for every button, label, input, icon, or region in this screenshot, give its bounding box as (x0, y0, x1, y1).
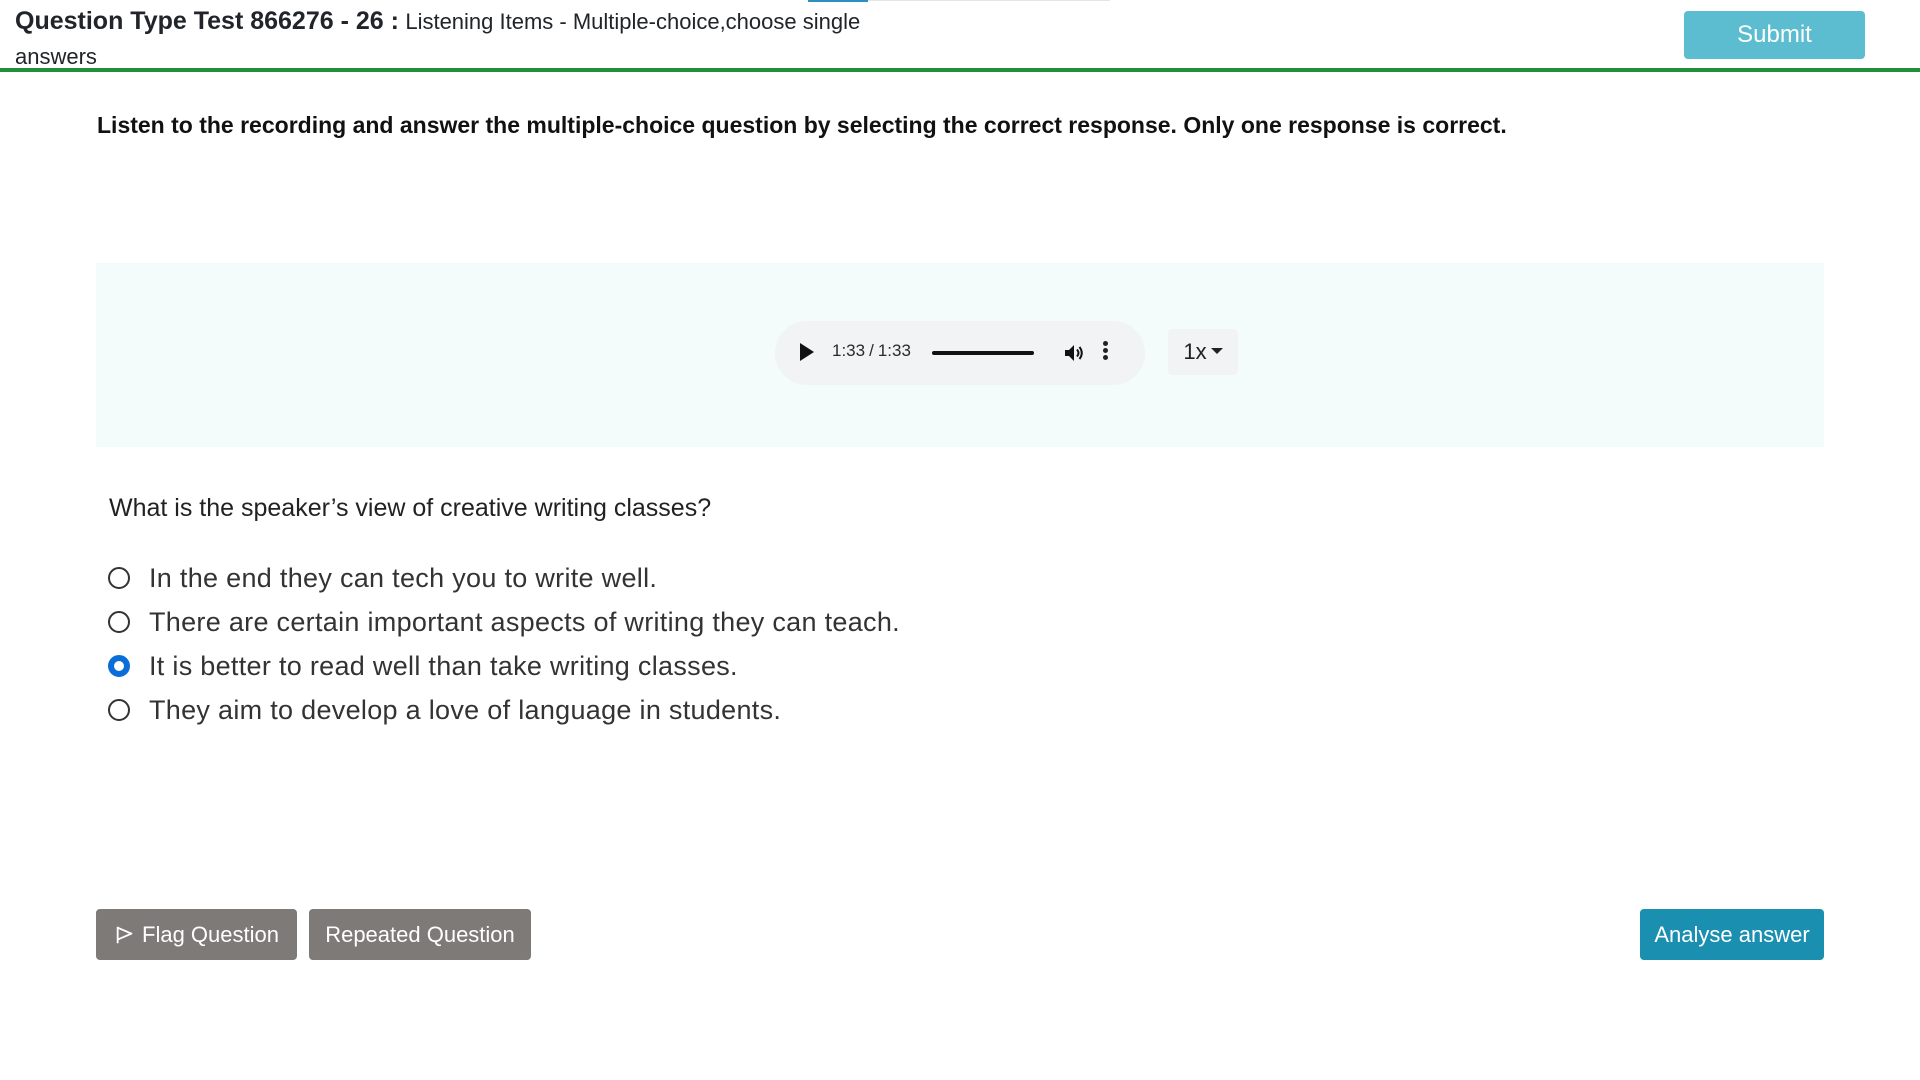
radio-button[interactable] (108, 567, 130, 589)
radio-button[interactable] (108, 699, 130, 721)
flag-question-button[interactable]: Flag Question (96, 909, 297, 960)
analyse-answer-button[interactable]: Analyse answer (1640, 909, 1824, 960)
audio-current-time: 1:33 (832, 341, 866, 360)
answer-option-label: It is better to read well than take writ… (149, 650, 738, 681)
chevron-down-icon (1210, 348, 1223, 355)
top-progress-line (868, 0, 1110, 1)
answer-options: In the end they can tech you to write we… (108, 556, 1308, 732)
flag-icon (116, 926, 133, 943)
audio-progress-bar[interactable] (932, 351, 1034, 355)
page-title: Question Type Test 866276 - 26 : Listeni… (15, 4, 915, 74)
answer-option[interactable]: It is better to read well than take writ… (108, 644, 1308, 688)
radio-button[interactable] (108, 655, 130, 677)
page: Question Type Test 866276 - 26 : Listeni… (0, 0, 1920, 1080)
answer-option-label: They aim to develop a love of language i… (149, 694, 782, 725)
page-title-main: Question Type Test 866276 - 26 : (15, 7, 399, 35)
answer-option[interactable]: In the end they can tech you to write we… (108, 556, 1308, 600)
answer-option-label: In the end they can tech you to write we… (149, 562, 658, 593)
answer-option[interactable]: They aim to develop a love of language i… (108, 688, 1308, 732)
answer-option[interactable]: There are certain important aspects of w… (108, 600, 1308, 644)
top-progress-indicator (808, 0, 868, 2)
answer-option-label: There are certain important aspects of w… (149, 606, 900, 637)
audio-duration: 1:33 (877, 341, 911, 360)
flag-question-label: Flag Question (142, 921, 279, 947)
volume-icon[interactable] (1062, 341, 1086, 365)
playback-speed-dropdown[interactable]: 1x (1168, 329, 1238, 375)
question-text: What is the speaker’s view of creative w… (109, 494, 712, 522)
more-options-icon[interactable] (1101, 339, 1109, 365)
audio-progress-fill (932, 351, 1034, 355)
audio-panel: 1:33/1:33 1x (96, 263, 1824, 447)
playback-speed-label: 1x (1183, 339, 1207, 364)
repeated-question-button[interactable]: Repeated Question (309, 909, 531, 960)
header: Question Type Test 866276 - 26 : Listeni… (0, 0, 1920, 72)
submit-button[interactable]: Submit (1684, 11, 1865, 59)
radio-button[interactable] (108, 611, 130, 633)
play-icon[interactable] (800, 343, 814, 361)
audio-time: 1:33/1:33 (832, 341, 911, 361)
audio-time-separator: / (869, 341, 874, 360)
audio-player: 1:33/1:33 (775, 321, 1145, 385)
instructions-text: Listen to the recording and answer the m… (97, 112, 1507, 138)
